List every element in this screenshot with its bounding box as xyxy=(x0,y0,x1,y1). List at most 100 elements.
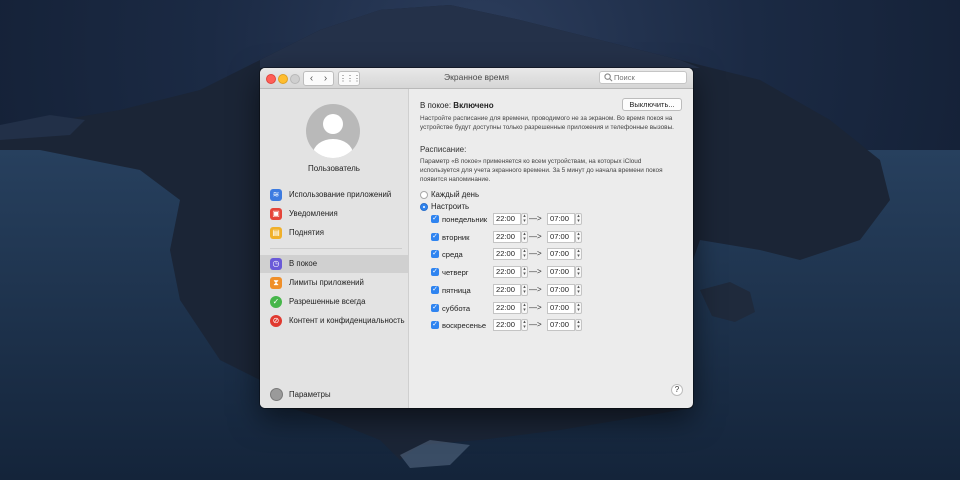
radio-custom[interactable] xyxy=(420,203,428,211)
sidebar-item-notifications[interactable]: ▣ Уведомления xyxy=(260,205,408,223)
start-time-stepper[interactable]: ▴ ▾ xyxy=(521,213,528,225)
sidebar-item-label: Использование приложений xyxy=(289,190,392,199)
end-time-stepper[interactable]: ▴ ▾ xyxy=(575,213,582,225)
day-label: четверг xyxy=(442,268,469,278)
start-time-field[interactable]: 22:00 xyxy=(493,319,521,332)
search-icon xyxy=(604,73,613,82)
arrow-label: —> xyxy=(529,249,542,259)
schedule-title: Расписание: xyxy=(420,145,467,154)
day-checkbox[interactable]: ✓ xyxy=(431,215,439,223)
end-time-field[interactable]: 07:00 xyxy=(547,301,575,314)
day-label: суббота xyxy=(442,303,471,313)
sidebar-item-pickups[interactable]: ▤ Поднятия xyxy=(260,224,408,242)
day-row: ✓ понедельник 22:00 ▴ ▾ —> 07:00 ▴ ▾ xyxy=(431,212,691,227)
sidebar-item-label: В покое xyxy=(289,259,318,268)
day-label: среда xyxy=(442,250,463,260)
end-time-stepper[interactable]: ▴ ▾ xyxy=(575,230,582,243)
end-time-field[interactable]: 07:00 xyxy=(547,213,575,225)
start-time-stepper[interactable]: ▴ ▾ xyxy=(521,301,528,314)
day-row: ✓ воскресенье 22:00 ▴ ▾ —> 07:00 ▴ ▾ xyxy=(431,318,691,333)
end-time-stepper[interactable]: ▴ ▾ xyxy=(575,266,582,279)
start-time-field[interactable]: 22:00 xyxy=(493,248,521,261)
notification-icon: ▣ xyxy=(270,208,282,220)
sidebar-item-label: Поднятия xyxy=(289,228,324,237)
radio-every-day[interactable] xyxy=(420,191,428,199)
help-button[interactable]: ? xyxy=(671,384,683,396)
status-label: В покое: xyxy=(420,101,452,110)
end-time-stepper[interactable]: ▴ ▾ xyxy=(575,283,582,296)
day-row: ✓ четверг 22:00 ▴ ▾ —> 07:00 ▴ ▾ xyxy=(431,265,691,280)
start-time-field[interactable]: 22:00 xyxy=(493,230,521,243)
checkmark-icon: ✓ xyxy=(432,268,438,276)
start-time-field[interactable]: 22:00 xyxy=(493,213,521,225)
day-checkbox[interactable]: ✓ xyxy=(431,285,439,294)
start-time-field[interactable]: 22:00 xyxy=(493,283,521,296)
sidebar-item-label: Параметры xyxy=(289,390,331,399)
sidebar-item-app-limits[interactable]: ⧗ Лимиты приложений xyxy=(260,274,408,292)
downtime-status: В покое: Включено xyxy=(420,101,494,110)
day-row: ✓ среда 22:00 ▴ ▾ —> 07:00 ▴ ▾ xyxy=(431,247,691,262)
end-time-stepper[interactable]: ▴ ▾ xyxy=(575,248,582,261)
day-label: понедельник xyxy=(442,215,488,224)
day-label: пятница xyxy=(442,285,471,295)
day-checkbox[interactable]: ✓ xyxy=(431,232,439,241)
day-checkbox[interactable]: ✓ xyxy=(431,303,439,312)
sidebar-item-always-allowed[interactable]: ✓ Разрешенные всегда xyxy=(260,293,408,311)
end-time-stepper[interactable]: ▴ ▾ xyxy=(575,319,582,332)
end-time-field[interactable]: 07:00 xyxy=(547,230,575,243)
checkmark-icon: ✓ xyxy=(270,296,282,308)
options-gear-icon xyxy=(270,388,283,401)
downtime-description: Настройте расписание для времени, провод… xyxy=(420,115,674,131)
start-time-stepper[interactable]: ▴ ▾ xyxy=(521,283,528,296)
end-time-field[interactable]: 07:00 xyxy=(547,283,575,296)
sidebar: Пользователь ≋ Использование приложений … xyxy=(260,89,409,408)
day-checkbox[interactable]: ✓ xyxy=(431,321,439,330)
radio-every-day-label: Каждый день xyxy=(431,190,480,199)
start-time-stepper[interactable]: ▴ ▾ xyxy=(521,319,528,332)
downtime-panel: В покое: Включено Выключить... Настройте… xyxy=(409,89,693,408)
search-input[interactable] xyxy=(614,72,684,83)
start-time-field[interactable]: 22:00 xyxy=(493,301,521,314)
checkmark-icon: ✓ xyxy=(432,232,438,240)
layers-icon: ≋ xyxy=(270,189,282,201)
hourglass-icon: ⧗ xyxy=(270,277,282,289)
start-time-stepper[interactable]: ▴ ▾ xyxy=(521,248,528,261)
start-time-stepper[interactable]: ▴ ▾ xyxy=(521,266,528,279)
arrow-label: —> xyxy=(529,267,542,277)
user-silhouette-icon xyxy=(313,114,353,158)
pickups-icon: ▤ xyxy=(270,227,282,239)
arrow-label: —> xyxy=(529,320,542,330)
title-bar: ‹ › ⋮⋮⋮ Экранное время xyxy=(260,68,693,89)
day-row: ✓ суббота 22:00 ▴ ▾ —> 07:00 ▴ ▾ xyxy=(431,301,691,316)
sidebar-item-content-privacy[interactable]: ⊘ Контент и конфиденциальность xyxy=(260,312,408,330)
checkmark-icon: ✓ xyxy=(432,321,438,329)
end-time-field[interactable]: 07:00 xyxy=(547,319,575,332)
arrow-label: —> xyxy=(529,231,542,241)
checkmark-icon: ✓ xyxy=(432,250,438,258)
arrow-label: —> xyxy=(529,284,542,294)
checkmark-icon: ✓ xyxy=(432,285,438,293)
sidebar-item-options[interactable]: Параметры xyxy=(260,386,408,404)
checkmark-icon: ✓ xyxy=(432,303,438,311)
sidebar-item-label: Разрешенные всегда xyxy=(289,297,366,306)
end-time-field[interactable]: 07:00 xyxy=(547,248,575,261)
day-checkbox[interactable]: ✓ xyxy=(431,250,439,259)
search-box[interactable] xyxy=(599,71,687,84)
sidebar-divider xyxy=(270,248,402,249)
radio-custom-label: Настроить xyxy=(431,202,470,211)
start-time-field[interactable]: 22:00 xyxy=(493,266,521,279)
day-checkbox[interactable]: ✓ xyxy=(431,268,439,277)
sidebar-item-label: Уведомления xyxy=(289,209,338,218)
restriction-icon: ⊘ xyxy=(270,315,282,327)
avatar[interactable] xyxy=(306,104,360,158)
arrow-label: —> xyxy=(529,302,542,312)
sidebar-item-downtime[interactable]: ◷ В покое xyxy=(260,255,408,273)
end-time-field[interactable]: 07:00 xyxy=(547,266,575,279)
arrow-label: —> xyxy=(529,214,542,223)
turn-off-button[interactable]: Выключить... xyxy=(622,98,682,111)
username: Пользователь xyxy=(308,164,360,173)
day-row: ✓ пятница 22:00 ▴ ▾ —> 07:00 ▴ ▾ xyxy=(431,283,691,298)
sidebar-item-app-usage[interactable]: ≋ Использование приложений xyxy=(260,186,408,204)
start-time-stepper[interactable]: ▴ ▾ xyxy=(521,230,528,243)
end-time-stepper[interactable]: ▴ ▾ xyxy=(575,301,582,314)
